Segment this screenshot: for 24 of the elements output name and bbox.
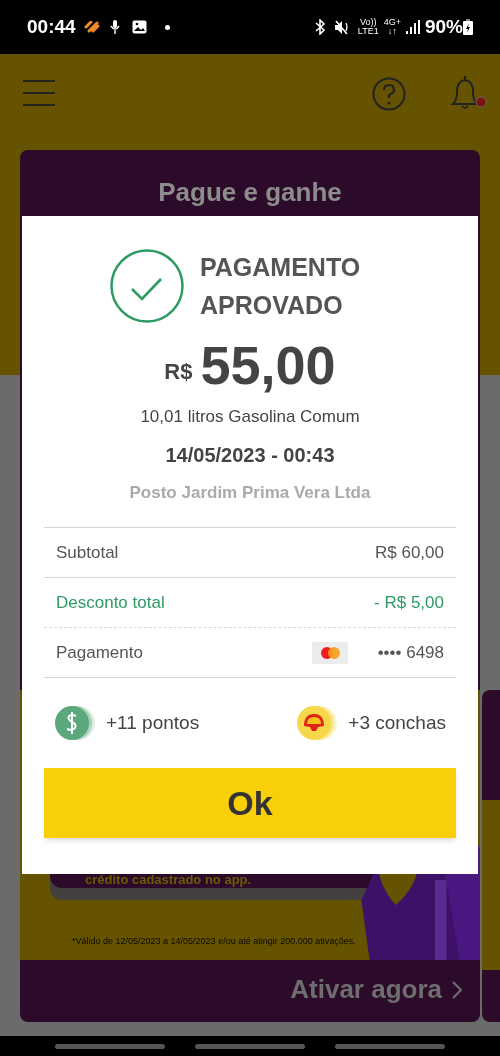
fuel-description: 10,01 litros Gasolina Comum [139,406,361,428]
data-label: 4G+ [383,18,401,27]
footnote: *Válido de 12/05/2023 a 14/05/2023 e/ou até atingir 200.000 ativações. [72,935,356,948]
promo-title: Pague e ganhe [157,176,343,208]
row-label: Pagamento [56,641,144,664]
row-value: •••• 6498 [377,641,444,664]
currency-label: R$ [164,358,193,386]
volte-label: Vo)) [360,18,377,27]
row-label: Desconto total [56,591,166,614]
reward-text: +11 pontos [106,710,200,735]
data-arrows: ↓↑ [387,27,397,36]
station-name: Posto Jardim Prima Vera Ltda [128,481,372,504]
payment-datetime: 14/05/2023 - 00:43 [164,442,336,468]
clock: 00:44 [27,14,76,39]
reward-text: +3 conchas [348,710,446,735]
lte-label: LTE1 [357,27,379,36]
ok-button[interactable]: Ok [44,768,456,838]
payment-amount: 55,00 [200,334,336,396]
row-value: - R$ 5,00 [374,591,444,614]
battery-percent: 90% [424,14,463,39]
approval-title: PAGAMENTO APROVADO [200,252,362,321]
promo-text: crédito cadastrado no app. [85,871,252,889]
row-value: R$ 60,00 [375,541,444,564]
row-label: Subtotal [56,541,120,564]
